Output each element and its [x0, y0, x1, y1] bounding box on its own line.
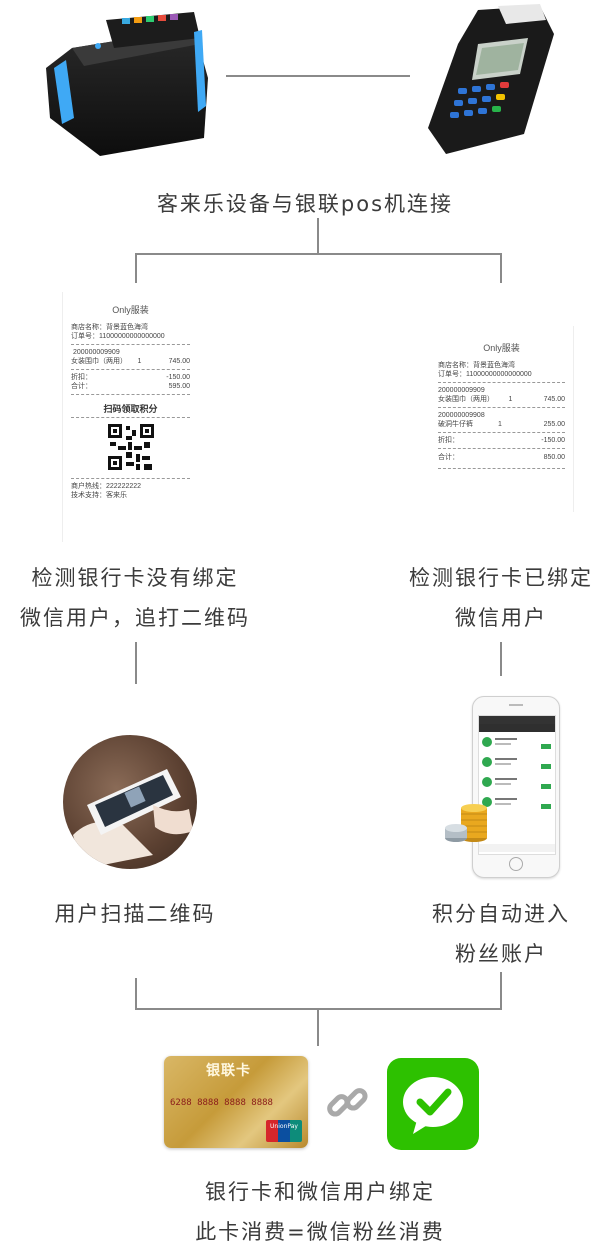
- step-bound-line1: 检测银行卡已绑定: [409, 566, 593, 590]
- connector: [500, 253, 502, 283]
- receipt-discount-label: 折扣：: [71, 374, 92, 381]
- connector: [135, 253, 137, 283]
- device-connector-line: [226, 75, 410, 77]
- coins-icon: [444, 800, 488, 844]
- divider: [438, 448, 565, 449]
- receipt-phone: 商户热线：222222222: [71, 483, 142, 490]
- receipt-item-name: 女装围巾（两用）: [71, 358, 127, 365]
- receipt-total: 合计： 595.00: [71, 382, 190, 391]
- receipt-title: Only服装: [483, 343, 520, 353]
- connector: [135, 253, 502, 255]
- divider: [71, 369, 190, 370]
- step-connect-caption: 客来乐设备与银联pos机连接: [0, 184, 610, 224]
- step-bound-line2: 微信用户: [455, 606, 547, 630]
- wechat-logo-icon: [387, 1058, 479, 1150]
- connector: [135, 642, 137, 684]
- receipt-discount: 折扣： -150.00: [71, 373, 190, 382]
- connector: [135, 978, 137, 1010]
- receipt-total-value: 850.00: [543, 454, 565, 461]
- card-title: 银联卡: [206, 1063, 251, 1079]
- receipt-shop: 商店名称：背景蓝色海湾: [438, 362, 515, 369]
- step-points-caption: 积分自动进入 粉丝账户: [392, 894, 610, 974]
- receipt-item: 破洞牛仔裤 1 255.00: [438, 420, 565, 429]
- receipt-item-qty: 1: [498, 421, 502, 428]
- receipt-bound: Only服装 商店名称：背景蓝色海湾 订单号：11000000000000000…: [432, 326, 574, 512]
- receipt-scan-title: 扫码领取积分: [103, 404, 158, 414]
- receipt-title: Only服装: [112, 305, 149, 315]
- bank-card: 银联卡 6288 8888 8888 8888 UnionPay: [164, 1056, 308, 1148]
- divider: [438, 407, 565, 408]
- receipt-support: 技术支持：客来乐: [71, 492, 127, 499]
- connector: [317, 1008, 319, 1046]
- receipt-item-qty: 1: [137, 358, 142, 365]
- receipt-discount-label: 折扣：: [438, 437, 459, 444]
- connector: [317, 218, 319, 254]
- divider: [71, 394, 190, 395]
- receipt-item-name: 破洞牛仔裤: [438, 421, 473, 428]
- unionpay-logo-text: UnionPay: [270, 1123, 298, 1130]
- receipt-item-qty: 1: [508, 396, 513, 403]
- step-unbound-line1: 检测银行卡没有绑定: [31, 566, 239, 590]
- receipt-item-price: 255.00: [543, 421, 565, 428]
- receipt-discount-value: -150.00: [166, 374, 190, 381]
- step-result-line2: 此卡消费=微信粉丝消费: [195, 1220, 445, 1244]
- step-scan-caption: 用户扫描二维码: [0, 894, 270, 934]
- receipt-discount-value: -150.00: [541, 437, 565, 444]
- receipt-total-value: 595.00: [168, 383, 190, 390]
- kiosk-device-icon: [44, 8, 208, 156]
- step-scan-text: 用户扫描二维码: [54, 902, 216, 926]
- divider: [71, 344, 190, 345]
- receipt-total-label: 合计：: [71, 383, 92, 390]
- receipt-order: 订单号：11000000000000000: [71, 333, 165, 340]
- hand-phone-scan-icon: [63, 735, 197, 869]
- step-result-caption: 银行卡和微信用户绑定 此卡消费=微信粉丝消费: [0, 1172, 610, 1252]
- receipt-item-code: 200000009908: [438, 412, 485, 419]
- step-connect-text: 客来乐设备与银联pos机连接: [156, 192, 454, 216]
- divider: [71, 417, 190, 418]
- connector: [500, 972, 502, 1010]
- receipt-item-code: 200000009909: [438, 387, 485, 394]
- receipt-item: 女装围巾（两用） 1 745.00: [438, 395, 565, 404]
- connector: [500, 642, 502, 676]
- step-unbound-caption: 检测银行卡没有绑定 微信用户，追打二维码: [0, 558, 270, 638]
- receipt-item-code: 200000009909: [73, 349, 120, 356]
- divider: [71, 478, 190, 479]
- divider: [438, 432, 565, 433]
- card-number: 6288 8888 8888 8888: [170, 1098, 273, 1108]
- receipt-order: 订单号：11000000000000000: [438, 371, 532, 378]
- receipt-item-name: 女装围巾（两用）: [438, 396, 494, 403]
- smartphone-app-icon: [472, 696, 560, 878]
- receipt-total: 合计： 850.00: [438, 453, 565, 462]
- receipt-item-price: 745.00: [168, 358, 190, 365]
- step-points-line2: 粉丝账户: [455, 942, 547, 966]
- step-points-line1: 积分自动进入: [432, 902, 570, 926]
- step-unbound-line2: 微信用户，追打二维码: [20, 606, 250, 630]
- receipt-shop: 商店名称：背景蓝色海湾: [71, 324, 148, 331]
- receipt-discount: 折扣： -150.00: [438, 436, 565, 445]
- pos-terminal-icon: [428, 4, 556, 154]
- receipt-unbound: Only服装 商店名称：背景蓝色海湾 订单号：11000000000000000…: [62, 292, 196, 542]
- chain-link-icon: [324, 1080, 370, 1126]
- receipt-item: 女装围巾（两用） 1 745.00: [71, 357, 190, 366]
- receipt-item-price: 745.00: [543, 396, 565, 403]
- unionpay-logo: UnionPay: [266, 1120, 302, 1142]
- step-bound-caption: 检测银行卡已绑定 微信用户: [392, 558, 610, 638]
- receipt-total-label: 合计：: [438, 454, 459, 461]
- qr-code-icon: [107, 424, 154, 470]
- divider: [438, 468, 565, 469]
- step-result-line1: 银行卡和微信用户绑定: [205, 1180, 435, 1204]
- divider: [438, 382, 565, 383]
